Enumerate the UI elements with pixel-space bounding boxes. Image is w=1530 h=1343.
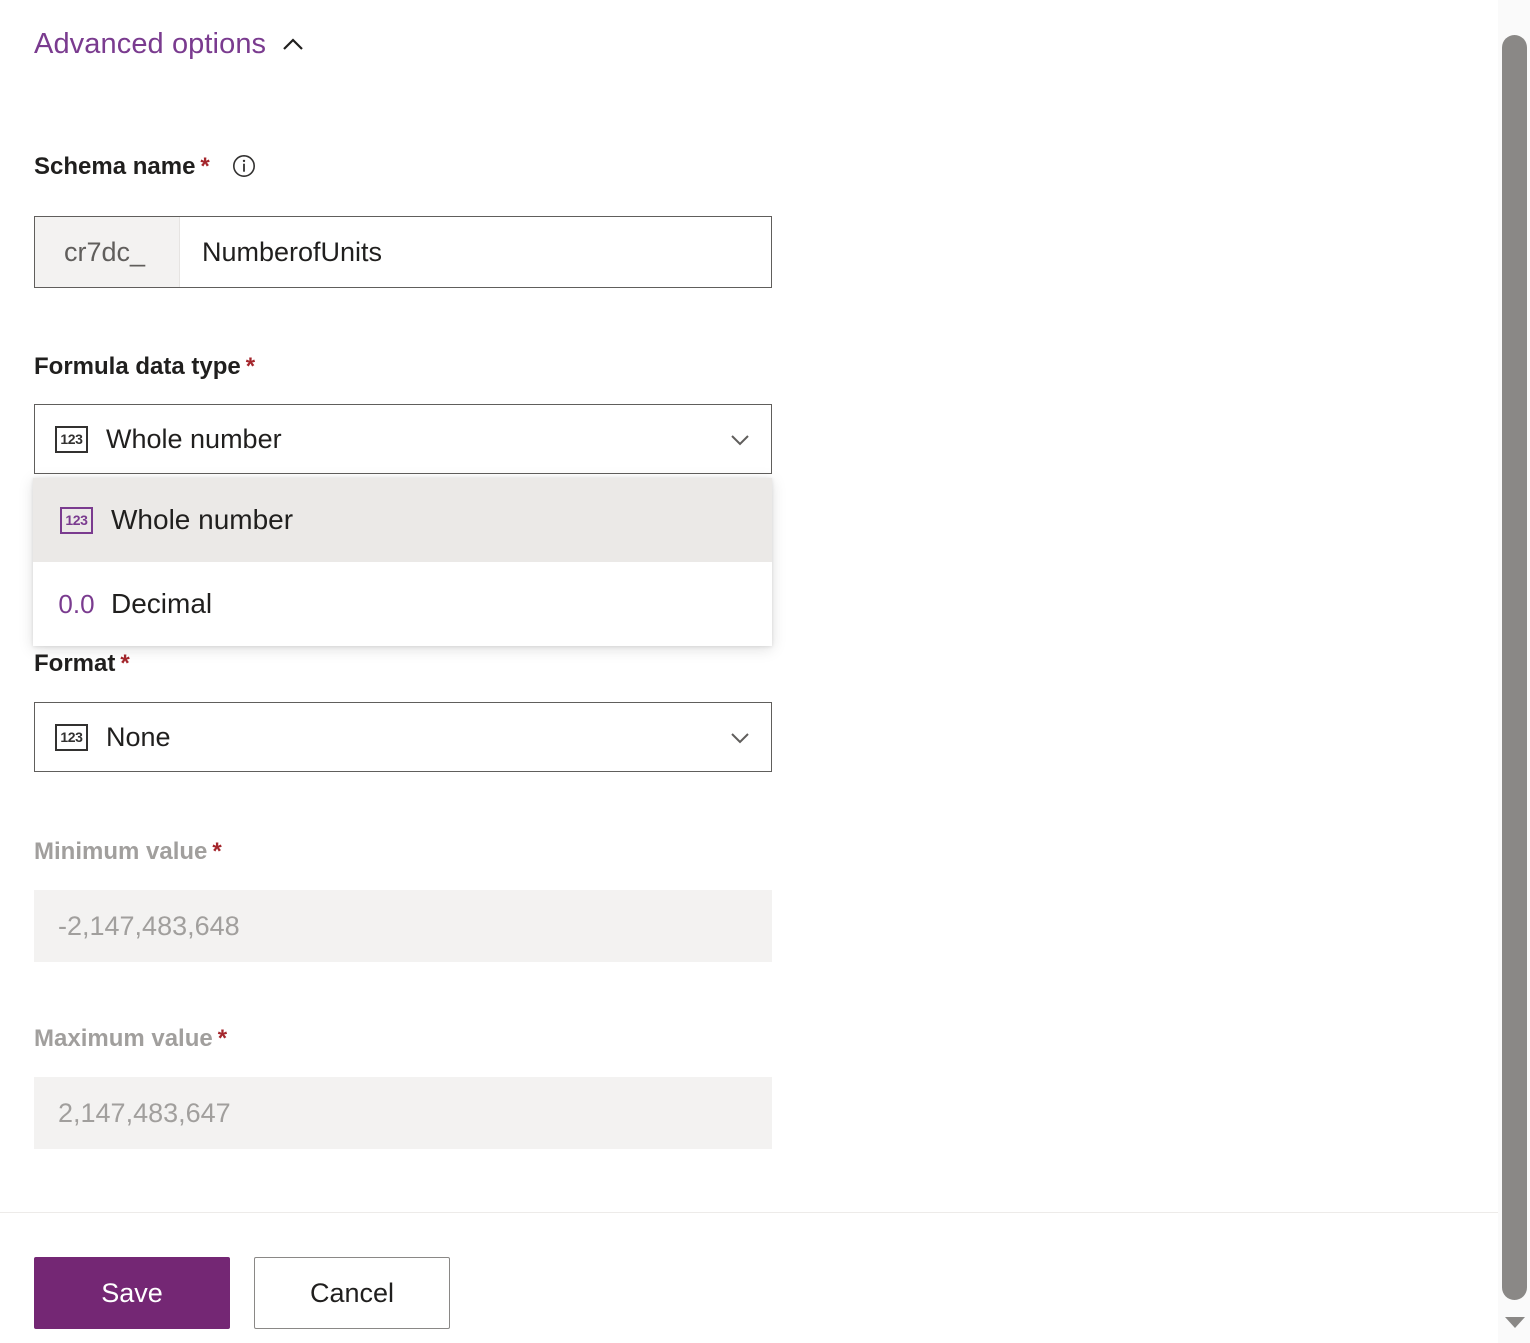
maximum-value-label: Maximum value* <box>34 1027 227 1051</box>
save-button[interactable]: Save <box>34 1257 230 1329</box>
schema-name-input[interactable] <box>180 217 771 287</box>
cancel-button[interactable]: Cancel <box>254 1257 450 1329</box>
format-label: Format* <box>34 652 130 676</box>
schema-name-field[interactable]: cr7dc_ <box>34 216 772 288</box>
schema-name-required-asterisk: * <box>200 153 209 180</box>
format-required-asterisk: * <box>120 650 129 677</box>
format-123-icon: 123 <box>55 724 88 751</box>
field-editor-panel: Advanced options Schema name* cr7dc_ For… <box>0 0 1498 1343</box>
schema-name-label: Schema name* <box>34 155 256 180</box>
formula-data-type-dropdown-list[interactable]: 123 Whole number 0.0 Decimal <box>33 478 772 646</box>
advanced-options-toggle[interactable]: Advanced options <box>34 30 306 59</box>
format-label-text: Format <box>34 650 115 677</box>
dropdown-option-decimal[interactable]: 0.0 Decimal <box>33 562 772 646</box>
maximum-value-label-text: Maximum value <box>34 1025 213 1052</box>
chevron-down-icon[interactable] <box>727 426 753 452</box>
minimum-value-label-text: Minimum value <box>34 838 207 865</box>
minimum-value-label: Minimum value* <box>34 840 222 864</box>
maximum-value-input: 2,147,483,647 <box>34 1077 772 1149</box>
formula-data-type-required-asterisk: * <box>246 353 255 380</box>
format-combobox[interactable]: 123 None <box>34 702 772 772</box>
schema-name-label-text: Schema name <box>34 153 195 180</box>
chevron-up-icon <box>280 32 306 58</box>
decimal-00-icon: 0.0 <box>60 591 93 618</box>
dropdown-option-label: Decimal <box>111 588 212 620</box>
vertical-scrollbar[interactable] <box>1498 0 1530 1343</box>
form-panel-root: Advanced options Schema name* cr7dc_ For… <box>0 0 1530 1343</box>
dropdown-option-label: Whole number <box>111 504 293 536</box>
minimum-value-required-asterisk: * <box>212 838 221 865</box>
formula-data-type-label: Formula data type* <box>34 355 255 379</box>
info-icon[interactable] <box>232 154 256 178</box>
footer-actions: Save Cancel <box>34 1257 450 1329</box>
minimum-value-input: -2,147,483,648 <box>34 890 772 962</box>
formula-data-type-label-text: Formula data type <box>34 353 241 380</box>
chevron-down-icon[interactable] <box>727 724 753 750</box>
formula-data-type-selected-value: Whole number <box>106 424 727 455</box>
schema-name-prefix: cr7dc_ <box>35 217 180 287</box>
dropdown-option-whole-number[interactable]: 123 Whole number <box>33 478 772 562</box>
maximum-value-required-asterisk: * <box>218 1025 227 1052</box>
advanced-options-label: Advanced options <box>34 30 266 59</box>
formula-data-type-combobox[interactable]: 123 Whole number <box>34 404 772 474</box>
whole-number-123-icon: 123 <box>55 426 88 453</box>
footer-divider <box>0 1212 1498 1213</box>
format-selected-value: None <box>106 722 727 753</box>
scrollbar-thumb[interactable] <box>1502 35 1527 1300</box>
scroll-down-arrow-icon[interactable] <box>1505 1317 1525 1328</box>
whole-number-123-icon: 123 <box>60 507 93 534</box>
